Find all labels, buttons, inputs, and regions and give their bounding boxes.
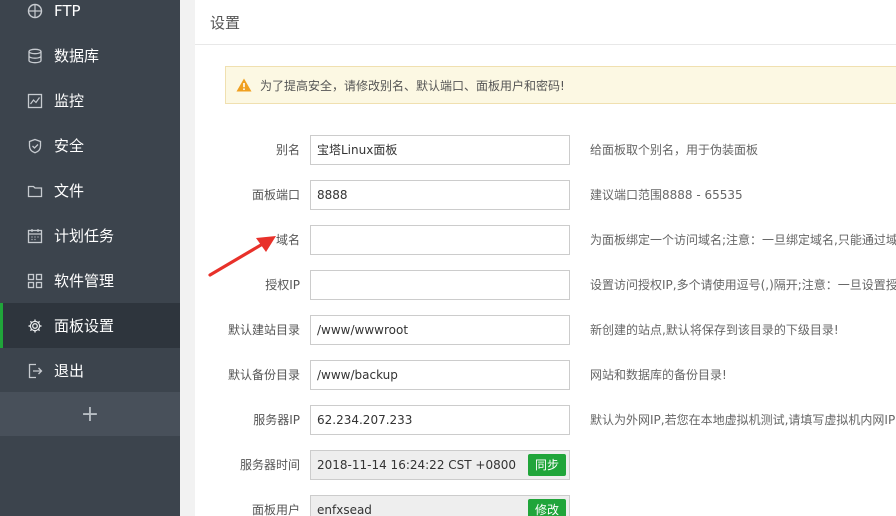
sidebar: FTP 数据库 监控 安全 文件 计划任务 软件管理 面板设置 退出 +	[0, 0, 180, 516]
sidebar-item-files[interactable]: 文件	[0, 168, 180, 213]
page-title: 设置	[195, 0, 896, 45]
auth-ip-input[interactable]	[310, 270, 570, 300]
sidebar-item-logout[interactable]: 退出	[0, 348, 180, 393]
alias-label: 别名	[275, 143, 300, 157]
sidebar-item-label: FTP	[54, 1, 81, 20]
sidebar-item-database[interactable]: 数据库	[0, 33, 180, 78]
port-label: 面板端口	[251, 188, 300, 202]
logout-icon	[27, 363, 43, 379]
site-dir-tip: 新创建的站点,默认将保存到该目录的下级目录!	[590, 323, 839, 337]
sidebar-item-label: 退出	[54, 362, 85, 380]
monitor-icon	[27, 93, 43, 109]
calendar-icon	[27, 228, 43, 244]
panel-user-label: 面板用户	[251, 503, 300, 516]
sidebar-item-monitor[interactable]: 监控	[0, 78, 180, 123]
alert-text: 为了提高安全，请修改别名、默认端口、面板用户和密码!	[260, 78, 565, 93]
panel-user-field: enfxsead 修改	[310, 495, 570, 516]
server-ip-label: 服务器IP	[253, 413, 300, 427]
server-ip-tip: 默认为外网IP,若您在本地虚拟机测试,请填写虚拟机内网IP!	[590, 413, 896, 427]
sidebar-item-label: 面板设置	[54, 317, 115, 335]
plus-icon: +	[80, 401, 100, 427]
folder-icon	[27, 183, 43, 199]
sidebar-item-panel-settings[interactable]: 面板设置	[0, 303, 180, 348]
server-ip-input[interactable]: 62.234.207.233	[310, 405, 570, 435]
ftp-icon	[27, 3, 43, 19]
main-panel: 设置 为了提高安全，请修改别名、默认端口、面板用户和密码! 别名 宝塔Linux…	[195, 0, 896, 516]
backup-dir-tip: 网站和数据库的备份目录!	[590, 368, 727, 382]
gear-icon	[27, 318, 43, 334]
panel-user-value: enfxsead	[317, 503, 372, 516]
backup-dir-label: 默认备份目录	[227, 368, 300, 382]
port-tip: 建议端口范围8888 - 65535	[590, 188, 743, 202]
sidebar-item-label: 软件管理	[54, 272, 115, 290]
site-dir-input[interactable]: /www/wwwroot	[310, 315, 570, 345]
warning-icon	[236, 78, 252, 92]
server-time-label: 服务器时间	[239, 458, 300, 472]
edit-user-button[interactable]: 修改	[527, 499, 566, 516]
sidebar-item-cron[interactable]: 计划任务	[0, 213, 180, 258]
sidebar-item-label: 文件	[54, 182, 85, 200]
sidebar-item-ftp[interactable]: FTP	[0, 0, 180, 33]
security-alert: 为了提高安全，请修改别名、默认端口、面板用户和密码!	[225, 66, 896, 104]
server-time-value: 2018-11-14 16:24:22 CST +0800	[317, 458, 516, 472]
grid-icon	[27, 273, 43, 289]
sidebar-item-label: 计划任务	[54, 227, 115, 245]
server-time-field: 2018-11-14 16:24:22 CST +0800 同步	[310, 450, 570, 480]
sidebar-item-label: 数据库	[54, 47, 100, 65]
backup-dir-input[interactable]: /www/backup	[310, 360, 570, 390]
alias-input[interactable]: 宝塔Linux面板	[310, 135, 570, 165]
auth-ip-tip: 设置访问授权IP,多个请使用逗号(,)隔开;注意：一旦设置授权	[590, 278, 896, 292]
sidebar-item-security[interactable]: 安全	[0, 123, 180, 168]
sidebar-item-label: 安全	[54, 137, 85, 155]
sidebar-item-software[interactable]: 软件管理	[0, 258, 180, 303]
domain-tip: 为面板绑定一个访问域名;注意：一旦绑定域名,只能通过域	[590, 233, 896, 247]
sync-time-button[interactable]: 同步	[527, 454, 566, 476]
domain-input[interactable]	[310, 225, 570, 255]
sidebar-item-label: 监控	[54, 92, 85, 110]
alias-tip: 给面板取个别名，用于伪装面板	[590, 143, 759, 157]
add-button[interactable]: +	[0, 392, 180, 436]
page-title-text: 设置	[210, 13, 241, 32]
site-dir-label: 默认建站目录	[227, 323, 300, 337]
database-icon	[27, 48, 43, 64]
shield-icon	[27, 138, 43, 154]
annotation-arrow-icon	[208, 236, 276, 277]
port-input[interactable]: 8888	[310, 180, 570, 210]
